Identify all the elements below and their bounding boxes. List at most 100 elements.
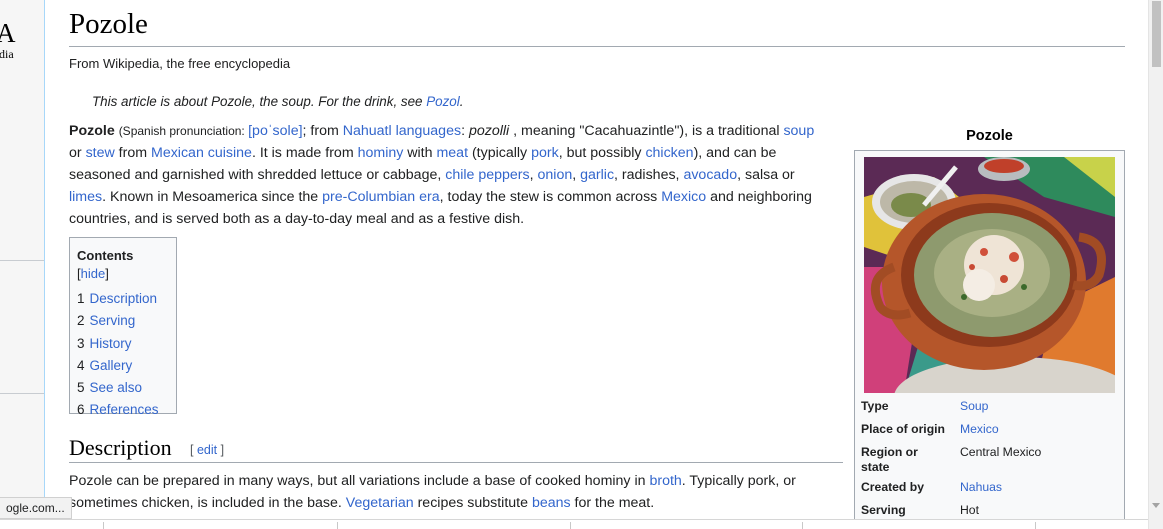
- nahuatl-languages-link[interactable]: Nahuatl languages: [343, 123, 461, 139]
- infobox-value: Central Mexico: [960, 445, 1042, 459]
- hatnote-text: This article is about Pozole, the soup. …: [92, 94, 427, 109]
- vegetarian-link[interactable]: Vegetarian: [346, 495, 414, 511]
- lead-text: . Known in Mesoamerica since the: [102, 189, 323, 205]
- lead-text: , today the stew is common across: [439, 189, 662, 205]
- toc-item[interactable]: 2 Serving: [77, 313, 169, 335]
- section-heading-description: Description: [69, 435, 172, 460]
- toc-hide-toggle[interactable]: [hide]: [77, 266, 109, 281]
- toc-hide-link[interactable]: hide: [81, 266, 106, 281]
- sidebar: A dia: [0, 0, 44, 529]
- infobox-value: Hot: [960, 503, 979, 517]
- lead-paragraph: Pozole (Spanish pronunciation: [poˈsole]…: [69, 120, 829, 230]
- toc-item-link[interactable]: References: [90, 402, 159, 417]
- section-edit[interactable]: [ edit ]: [190, 443, 224, 457]
- toc-item[interactable]: 1 Description: [77, 291, 169, 313]
- description-text: Pozole can be prepared in many ways, but…: [69, 473, 650, 489]
- strip-divider: [337, 522, 338, 529]
- avocado-link[interactable]: avocado: [683, 167, 737, 183]
- toc-item[interactable]: 3 History: [77, 336, 169, 358]
- toc-item-link[interactable]: Serving: [90, 313, 136, 328]
- toc-item-number: 6: [77, 402, 85, 418]
- mexican-cuisine-link[interactable]: Mexican cuisine: [151, 145, 252, 161]
- meat-link[interactable]: meat: [436, 145, 468, 161]
- infobox-label: Created by: [861, 480, 924, 494]
- hominy-link[interactable]: hominy: [358, 145, 404, 161]
- scrollbar-thumb[interactable]: [1152, 1, 1161, 67]
- page-title: Pozole: [69, 8, 148, 40]
- lead-text: from: [114, 145, 151, 161]
- pronunciation-label: (Spanish pronunciation:: [118, 124, 249, 138]
- toc-item-number: 2: [77, 313, 85, 329]
- onion-link[interactable]: onion: [538, 167, 573, 183]
- pre-columbian-era-link[interactable]: pre-Columbian era: [322, 189, 440, 205]
- description-text: recipes substitute: [413, 495, 532, 511]
- vertical-scrollbar[interactable]: [1148, 0, 1163, 529]
- toc-item-link[interactable]: History: [90, 336, 132, 351]
- lead-text: ; from: [302, 123, 343, 139]
- section-edit-link[interactable]: edit: [197, 443, 217, 457]
- toc-item-link[interactable]: Gallery: [90, 358, 133, 373]
- lead-text: ,: [529, 167, 538, 183]
- toc-item-number: 5: [77, 380, 85, 396]
- lead-text: , meaning "Cacahuazintle"), is a traditi…: [509, 123, 784, 139]
- lead-bold-term: Pozole: [69, 123, 115, 139]
- article-content: Pozole From Wikipedia, the free encyclop…: [44, 0, 1148, 529]
- limes-link[interactable]: limes: [69, 189, 102, 205]
- garlic-link[interactable]: garlic: [580, 167, 614, 183]
- lead-text: , but possibly: [558, 145, 646, 161]
- beans-link[interactable]: beans: [532, 495, 571, 511]
- title-divider: [69, 46, 1125, 47]
- toc-title: Contents: [77, 248, 134, 263]
- lead-text: ,: [572, 167, 581, 183]
- infobox-label: Place of origin: [861, 422, 945, 436]
- hatnote: This article is about Pozole, the soup. …: [92, 94, 463, 109]
- infobox-value-link[interactable]: Mexico: [960, 422, 999, 437]
- pozol-link[interactable]: Pozol: [426, 94, 460, 109]
- toc-item-link[interactable]: See also: [90, 380, 143, 395]
- wikipedia-logo-tagline[interactable]: dia: [0, 47, 14, 62]
- scroll-down-arrow-icon[interactable]: [1152, 503, 1160, 508]
- mexico-link[interactable]: Mexico: [661, 189, 706, 205]
- lead-text: , salsa or: [737, 167, 795, 183]
- stew-link[interactable]: stew: [86, 145, 115, 161]
- chile-peppers-link[interactable]: chile peppers: [445, 167, 529, 183]
- strip-divider: [1035, 522, 1036, 529]
- chicken-link[interactable]: chicken: [645, 145, 693, 161]
- lead-text: or: [69, 145, 86, 161]
- toc-item-number: 1: [77, 291, 85, 306]
- description-text: for the meat.: [570, 495, 655, 511]
- infobox: Type Soup Place of origin Mexico Region …: [854, 150, 1125, 529]
- ipa-link[interactable]: [poˈsole]: [248, 123, 302, 139]
- toc-item-link[interactable]: Description: [90, 291, 158, 306]
- lead-text: :: [461, 123, 469, 139]
- soup-link[interactable]: soup: [783, 123, 814, 139]
- toc-item-number: 4: [77, 357, 85, 373]
- site-tagline: From Wikipedia, the free encyclopedia: [69, 56, 291, 71]
- lead-text: . It is made from: [251, 145, 358, 161]
- toc-item[interactable]: 4 Gallery: [77, 358, 169, 380]
- section-divider: [69, 462, 843, 463]
- infobox-label: Serving: [861, 503, 906, 517]
- pozole-photo-illustration: [864, 157, 1115, 393]
- lead-etymology: pozolli: [468, 123, 510, 139]
- broth-link[interactable]: broth: [649, 473, 681, 489]
- hatnote-period: .: [459, 94, 464, 109]
- strip-divider: [802, 522, 803, 529]
- infobox-value-link[interactable]: Soup: [960, 399, 988, 414]
- status-url-bubble: ogle.com...: [0, 497, 72, 519]
- infobox-title: Pozole: [966, 128, 1013, 144]
- lead-text: (typically: [468, 145, 532, 161]
- wikipedia-logo-letter[interactable]: A: [0, 18, 16, 49]
- infobox-label: Region or state: [861, 445, 918, 474]
- pozole-photo[interactable]: [864, 157, 1115, 393]
- infobox-label: Type: [861, 399, 889, 413]
- strip-divider: [570, 522, 571, 529]
- infobox-value-link[interactable]: Nahuas: [960, 480, 1002, 495]
- bottom-strip: [0, 519, 1148, 529]
- description-paragraph: Pozole can be prepared in many ways, but…: [69, 470, 829, 514]
- toc-list: 1 Description 2 Serving 3 History 4 Gallery …: [77, 291, 169, 425]
- toc-item[interactable]: 6 References: [77, 402, 169, 424]
- pork-link[interactable]: pork: [531, 145, 559, 161]
- toc-item[interactable]: 5 See also: [77, 380, 169, 402]
- sidebar-divider: [0, 260, 44, 261]
